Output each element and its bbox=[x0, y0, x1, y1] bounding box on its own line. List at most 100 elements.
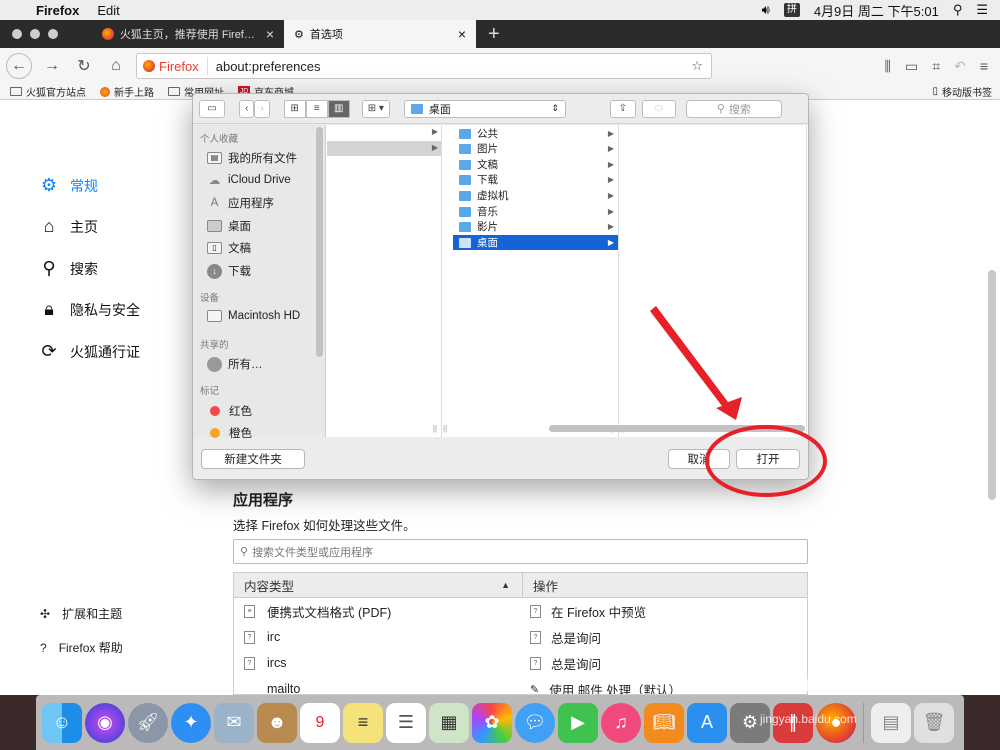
back-button[interactable]: ← bbox=[6, 53, 32, 79]
tab-preferences[interactable]: ⚙ 首选项 × bbox=[284, 20, 476, 48]
extensions-link[interactable]: ✣ 扩展和主题 bbox=[40, 605, 122, 622]
page-scrollbar[interactable] bbox=[988, 270, 996, 500]
sidebar-item-desktop[interactable]: 桌面 bbox=[207, 218, 251, 234]
list-view-button[interactable]: ≡ bbox=[305, 99, 328, 118]
itunes-icon[interactable]: ♫ bbox=[601, 702, 641, 743]
mail-icon[interactable]: ✉ bbox=[214, 702, 254, 743]
sidebar-item-applications[interactable]: A 应用程序 bbox=[207, 195, 274, 211]
action-value[interactable]: 总是询问 bbox=[551, 654, 601, 673]
close-window-button[interactable] bbox=[12, 29, 22, 39]
folder-row[interactable]: 公共 ▶ bbox=[459, 126, 614, 141]
forward-button[interactable]: → bbox=[40, 54, 64, 78]
sidebar-item-downloads[interactable]: ↓ 下载 bbox=[207, 263, 251, 279]
category-sync[interactable]: ⟳ 火狐通行证 bbox=[38, 341, 140, 362]
sidebar-item-shared-all[interactable]: 所有… bbox=[207, 356, 263, 372]
group-menu-button[interactable]: ⊞ ▾ bbox=[361, 99, 390, 118]
volume-icon[interactable]: 🔊︎ bbox=[762, 2, 770, 18]
safari-icon[interactable]: ✦ bbox=[171, 702, 211, 743]
new-folder-button[interactable]: 新建文件夹 bbox=[201, 448, 305, 469]
edit-menu[interactable]: Edit bbox=[97, 3, 119, 18]
notification-center-icon[interactable]: ☰ bbox=[976, 2, 988, 18]
bookmark-item[interactable]: 火狐官方站点 bbox=[10, 84, 86, 99]
table-row[interactable]: ? ircs ? 总是询问 bbox=[234, 650, 807, 676]
category-general[interactable]: ⚙ 常规 bbox=[38, 175, 98, 196]
sidebar-item-icloud[interactable]: ☁ iCloud Drive bbox=[207, 173, 291, 187]
siri-icon[interactable]: ◉ bbox=[85, 702, 125, 743]
input-method-icon[interactable]: 拼 bbox=[783, 3, 800, 17]
table-row[interactable]: mailto ✎ 使用 邮件 处理（默认） bbox=[234, 676, 807, 695]
reminders-icon[interactable]: ☰ bbox=[386, 702, 426, 743]
horizontal-scrollbar[interactable] bbox=[549, 425, 805, 432]
clock[interactable]: 4月9日 周二 下午5:01 bbox=[814, 1, 939, 20]
cancel-button[interactable]: 取消 bbox=[668, 448, 730, 469]
contacts-icon[interactable]: ☻ bbox=[257, 702, 297, 743]
url-bar[interactable]: Firefox about:preferences ☆ bbox=[136, 53, 712, 79]
folder-row[interactable]: 下载 ▶ bbox=[459, 172, 614, 187]
category-search[interactable]: ⚲ 搜索 bbox=[38, 258, 98, 279]
close-tab-icon[interactable]: × bbox=[266, 26, 274, 42]
location-popup[interactable]: 桌面 ⇕ bbox=[403, 99, 566, 118]
trash-icon[interactable]: 🗑︎ bbox=[914, 702, 954, 743]
tab-firefox-home[interactable]: 火狐主页，推荐使用 Firefox 火狐 × bbox=[92, 20, 284, 48]
column-resize-handle[interactable]: || bbox=[433, 424, 437, 433]
action-value[interactable]: 使用 邮件 处理（默认） bbox=[549, 680, 681, 695]
photos-icon[interactable]: ✿ bbox=[472, 702, 512, 743]
share-button[interactable]: ⇪ bbox=[609, 99, 636, 118]
screenshot-icon[interactable]: ⌗ bbox=[932, 58, 940, 75]
help-link[interactable]: ? Firefox 帮助 bbox=[40, 639, 123, 656]
new-tab-button[interactable]: + bbox=[476, 23, 500, 46]
applications-search-input[interactable]: ⚲ 搜索文件类型或应用程序 bbox=[233, 539, 808, 564]
finder-icon[interactable]: ☺ bbox=[42, 702, 82, 743]
sidebar-item-macintosh-hd[interactable]: Macintosh HD bbox=[207, 310, 300, 322]
bookmark-star-icon[interactable]: ☆ bbox=[691, 58, 711, 74]
sidebar-scrollbar[interactable] bbox=[316, 127, 323, 357]
table-row[interactable]: ? irc ? 总是询问 bbox=[234, 624, 807, 650]
column-action[interactable]: 操作 bbox=[522, 573, 807, 598]
category-home[interactable]: ⌂ 主页 bbox=[38, 216, 98, 237]
calendar-icon[interactable]: 9 bbox=[300, 702, 340, 743]
messages-icon[interactable]: 💬︎ bbox=[515, 702, 555, 743]
folder-row[interactable]: 文稿 ▶ bbox=[459, 157, 614, 172]
folder-row[interactable]: 音乐 ▶ bbox=[459, 204, 614, 219]
folder-row-selected[interactable]: 桌面 ▶ bbox=[453, 235, 618, 250]
reload-button[interactable]: ↻ bbox=[72, 54, 96, 78]
close-tab-icon[interactable]: × bbox=[458, 26, 466, 42]
action-value[interactable]: 在 Firefox 中预览 bbox=[551, 602, 646, 621]
sidebar-item-documents[interactable]: ▯ 文稿 bbox=[207, 240, 251, 256]
bookmark-item[interactable]: 新手上路 bbox=[100, 84, 154, 99]
undo-icon[interactable]: ↶ bbox=[954, 58, 966, 75]
folder-row[interactable]: 影片 ▶ bbox=[459, 219, 614, 234]
preview-icon[interactable]: ▦ bbox=[429, 702, 469, 743]
app-menu[interactable]: Firefox bbox=[36, 3, 79, 18]
document-stack-icon[interactable]: ▤ bbox=[871, 702, 911, 743]
menu-icon[interactable]: ≡ bbox=[980, 58, 988, 75]
table-row[interactable]: ≡ 便携式文档格式 (PDF) ? 在 Firefox 中预览 bbox=[234, 598, 807, 624]
minimize-window-button[interactable] bbox=[30, 29, 40, 39]
action-value[interactable]: 总是询问 bbox=[551, 628, 601, 647]
sidebar-item-tag-red[interactable]: 红色 bbox=[207, 403, 252, 419]
sidebar-item-all-files[interactable]: ▤ 我的所有文件 bbox=[207, 150, 297, 166]
books-icon[interactable]: 📖︎ bbox=[644, 702, 684, 743]
column-resize-handle[interactable]: || bbox=[443, 424, 447, 433]
folder-row[interactable]: 虚拟机 ▶ bbox=[459, 188, 614, 203]
icon-view-button[interactable]: ⊞ bbox=[283, 99, 306, 118]
column-view-button[interactable]: ▥ bbox=[327, 99, 350, 118]
notes-icon[interactable]: ≡ bbox=[343, 702, 383, 743]
zoom-window-button[interactable] bbox=[48, 29, 58, 39]
column-content-type[interactable]: 内容类型 ▲ bbox=[234, 576, 522, 595]
url-text[interactable]: about:preferences bbox=[216, 59, 321, 74]
facetime-icon[interactable]: ▶ bbox=[558, 702, 598, 743]
launchpad-icon[interactable]: 🚀︎ bbox=[128, 702, 168, 743]
sidebar-toggle-button[interactable]: ▭ bbox=[199, 99, 225, 118]
identity-box[interactable]: Firefox bbox=[143, 57, 208, 75]
dialog-search-field[interactable]: ⚲ 搜索 bbox=[685, 99, 782, 118]
app-store-icon[interactable]: A bbox=[687, 702, 727, 743]
folder-row[interactable]: 图片 ▶ bbox=[459, 141, 614, 156]
mobile-bookmarks[interactable]: ▯ 移动版书签 bbox=[932, 84, 1000, 99]
selected-parent-row[interactable] bbox=[327, 141, 441, 156]
forward-button[interactable]: › bbox=[254, 99, 270, 118]
back-button[interactable]: ‹ bbox=[239, 99, 255, 118]
library-icon[interactable]: ⫼ bbox=[885, 58, 891, 75]
tag-button[interactable]: ⬭ bbox=[641, 99, 676, 118]
spotlight-search-icon[interactable]: ⚲ bbox=[953, 2, 963, 18]
